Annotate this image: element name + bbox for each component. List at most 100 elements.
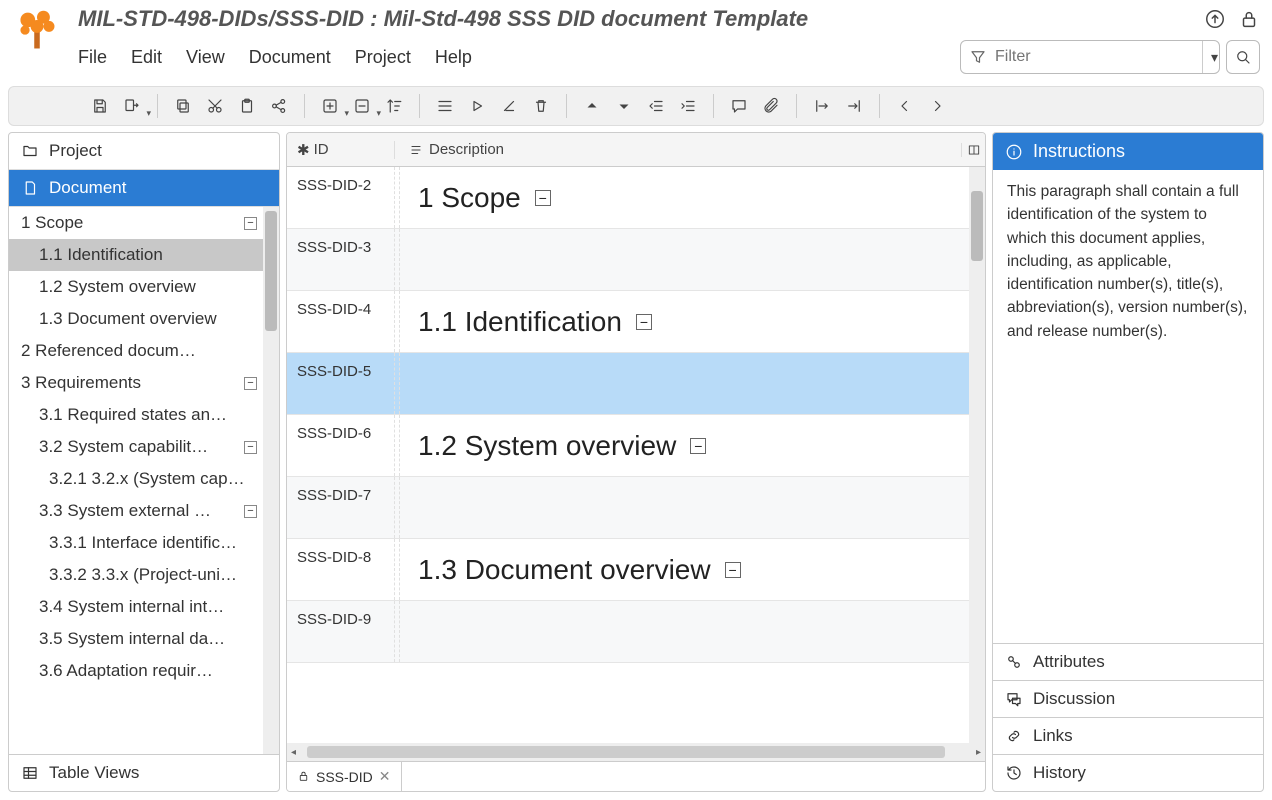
- collapse-icon[interactable]: −: [636, 314, 652, 330]
- remove-item-icon[interactable]: [351, 95, 373, 117]
- collapse-icon[interactable]: −: [244, 505, 257, 518]
- share-icon[interactable]: [268, 95, 290, 117]
- row-id: SSS-DID-2: [287, 167, 395, 228]
- collapse-icon[interactable]: −: [244, 441, 257, 454]
- row-description: 1.2 System overview−: [399, 415, 969, 476]
- tree-item[interactable]: 3.5 System internal da…: [9, 623, 263, 655]
- table-row[interactable]: SSS-DID-5: [287, 353, 969, 415]
- attachment-icon[interactable]: [760, 95, 782, 117]
- row-description: [399, 353, 969, 414]
- table-row[interactable]: SSS-DID-3: [287, 229, 969, 291]
- align-icon[interactable]: [434, 95, 456, 117]
- jump-in-icon[interactable]: [843, 95, 865, 117]
- table-row[interactable]: SSS-DID-81.3 Document overview−: [287, 539, 969, 601]
- tree-item[interactable]: 3.3 System external …−: [9, 495, 263, 527]
- table-row[interactable]: SSS-DID-7: [287, 477, 969, 539]
- paste-icon[interactable]: [236, 95, 258, 117]
- left-panel: Project Document 1 Scope−1.1 Identificat…: [8, 132, 280, 792]
- menu-help[interactable]: Help: [435, 47, 472, 68]
- table-row[interactable]: SSS-DID-41.1 Identification−: [287, 291, 969, 353]
- attributes-label: Attributes: [1033, 652, 1105, 672]
- grid-vertical-scrollbar[interactable]: [969, 167, 985, 743]
- row-id: SSS-DID-4: [287, 291, 395, 352]
- nav-forward-icon[interactable]: [926, 95, 948, 117]
- indent-icon[interactable]: [677, 95, 699, 117]
- row-description: 1.1 Identification−: [399, 291, 969, 352]
- table-row[interactable]: SSS-DID-9: [287, 601, 969, 663]
- col-desc-header[interactable]: Description: [395, 141, 961, 158]
- close-icon[interactable]: ✕: [379, 768, 391, 785]
- tree-item[interactable]: 2 Referenced docum…: [9, 335, 263, 367]
- tree-item[interactable]: 3.6 Adaptation requir…: [9, 655, 263, 687]
- row-id: SSS-DID-6: [287, 415, 395, 476]
- menu-project[interactable]: Project: [355, 47, 411, 68]
- menu-bar: File Edit View Document Project Help ▾: [78, 32, 1260, 82]
- play-icon[interactable]: [466, 95, 488, 117]
- grid-horizontal-scrollbar[interactable]: ◂ ▸: [287, 743, 985, 761]
- tree-item[interactable]: 1.2 System overview: [9, 271, 263, 303]
- jump-out-icon[interactable]: [811, 95, 833, 117]
- instructions-header[interactable]: Instructions: [993, 133, 1263, 170]
- section-attributes[interactable]: Attributes: [993, 643, 1263, 680]
- collapse-icon[interactable]: −: [535, 190, 551, 206]
- collapse-icon[interactable]: −: [690, 438, 706, 454]
- nav-table-views[interactable]: Table Views: [9, 754, 279, 791]
- nav-document-tab[interactable]: Document: [9, 170, 279, 207]
- section-discussion[interactable]: Discussion: [993, 680, 1263, 717]
- table-row[interactable]: SSS-DID-21 Scope−: [287, 167, 969, 229]
- filter-input[interactable]: [995, 48, 1202, 66]
- menu-document[interactable]: Document: [249, 47, 331, 68]
- tree-item[interactable]: 3.2 System capabilit…−: [9, 431, 263, 463]
- move-up-icon[interactable]: [581, 95, 603, 117]
- tree-item[interactable]: 3.3.1 Interface identific…: [9, 527, 263, 559]
- tree-item[interactable]: 3.3.2 3.3.x (Project-uni…: [9, 559, 263, 591]
- row-description: 1 Scope−: [399, 167, 969, 228]
- export-icon[interactable]: [121, 95, 143, 117]
- tree-item[interactable]: 1 Scope−: [9, 207, 263, 239]
- cut-icon[interactable]: [204, 95, 226, 117]
- grid-body[interactable]: SSS-DID-21 Scope−SSS-DID-3SSS-DID-41.1 I…: [287, 167, 969, 743]
- col-id-header[interactable]: ✱ID: [287, 141, 395, 159]
- doc-tab-label: SSS-DID: [316, 769, 373, 785]
- tree-item[interactable]: 3.4 System internal int…: [9, 591, 263, 623]
- copy-icon[interactable]: [172, 95, 194, 117]
- tree-item[interactable]: 1.1 Identification: [9, 239, 263, 271]
- collapse-icon[interactable]: −: [725, 562, 741, 578]
- col-picker-icon[interactable]: [961, 143, 985, 157]
- comment-icon[interactable]: [728, 95, 750, 117]
- tree-item[interactable]: 1.3 Document overview: [9, 303, 263, 335]
- tree-item[interactable]: 3 Requirements−: [9, 367, 263, 399]
- nav-project-tab[interactable]: Project: [9, 133, 279, 170]
- clear-format-icon[interactable]: [498, 95, 520, 117]
- nav-back-icon[interactable]: [894, 95, 916, 117]
- tree-item[interactable]: 3.1 Required states an…: [9, 399, 263, 431]
- collapse-icon[interactable]: −: [244, 377, 257, 390]
- menu-edit[interactable]: Edit: [131, 47, 162, 68]
- search-button[interactable]: [1226, 40, 1260, 74]
- upload-icon[interactable]: [1204, 8, 1226, 30]
- collapse-icon[interactable]: −: [244, 217, 257, 230]
- outline-tree[interactable]: 1 Scope−1.1 Identification1.2 System ove…: [9, 207, 263, 754]
- tree-item[interactable]: 3.2.1 3.2.x (System cap…: [9, 463, 263, 495]
- menu-file[interactable]: File: [78, 47, 107, 68]
- section-history[interactable]: History: [993, 754, 1263, 791]
- row-id: SSS-DID-9: [287, 601, 395, 662]
- move-down-icon[interactable]: [613, 95, 635, 117]
- filter-box[interactable]: ▾: [960, 40, 1220, 74]
- tree-scrollbar[interactable]: [263, 207, 279, 754]
- save-icon[interactable]: [89, 95, 111, 117]
- menu-view[interactable]: View: [186, 47, 225, 68]
- table-row[interactable]: SSS-DID-61.2 System overview−: [287, 415, 969, 477]
- row-id: SSS-DID-5: [287, 353, 395, 414]
- sort-icon[interactable]: [383, 95, 405, 117]
- add-item-icon[interactable]: [319, 95, 341, 117]
- doc-tab-sss-did[interactable]: SSS-DID ✕: [287, 762, 402, 791]
- table-views-label: Table Views: [49, 763, 139, 783]
- row-id: SSS-DID-7: [287, 477, 395, 538]
- section-links[interactable]: Links: [993, 717, 1263, 754]
- discussion-label: Discussion: [1033, 689, 1115, 709]
- filter-dropdown[interactable]: ▾: [1202, 41, 1226, 73]
- outdent-icon[interactable]: [645, 95, 667, 117]
- delete-icon[interactable]: [530, 95, 552, 117]
- lock-icon[interactable]: [1238, 8, 1260, 30]
